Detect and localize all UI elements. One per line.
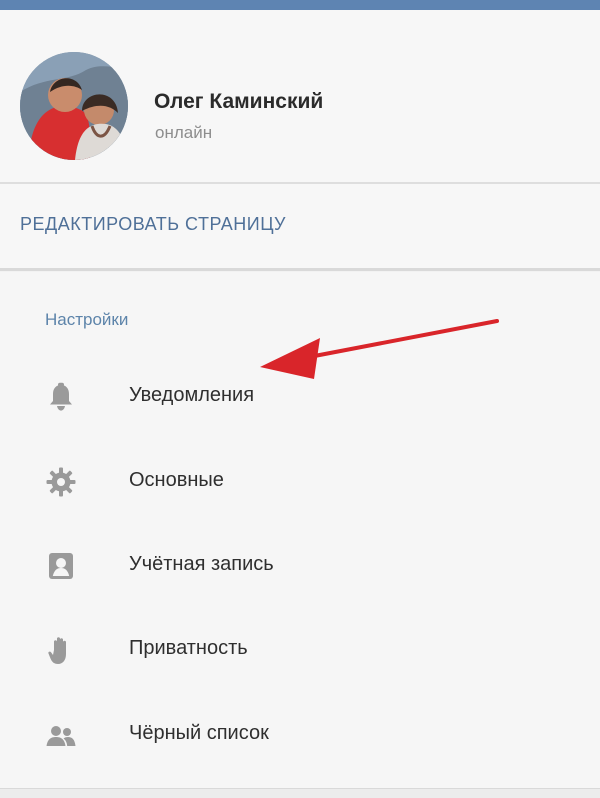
avatar-photo: [20, 52, 128, 160]
settings-item-label: Учётная запись: [129, 553, 274, 575]
settings-screen: Олег Каминский онлайн РЕДАКТИРОВАТЬ СТРА…: [0, 0, 600, 798]
settings-item-label: Основные: [129, 469, 224, 491]
top-app-bar: [0, 0, 600, 10]
people-icon: [44, 718, 78, 752]
bottom-divider: [0, 788, 600, 798]
profile-card[interactable]: Олег Каминский онлайн: [0, 10, 600, 184]
settings-panel: Настройки Уведомления Основные Учётная з…: [0, 272, 600, 798]
settings-item-privacy[interactable]: Приватность: [0, 607, 600, 691]
edit-page-button[interactable]: РЕДАКТИРОВАТЬ СТРАНИЦУ: [20, 214, 286, 235]
settings-item-label: Уведомления: [129, 384, 255, 406]
settings-item-blacklist[interactable]: Чёрный список: [0, 692, 600, 776]
edit-page-section: РЕДАКТИРОВАТЬ СТРАНИЦУ: [0, 184, 600, 271]
settings-item-label: Приватность: [129, 637, 248, 659]
settings-item-notifications[interactable]: Уведомления: [0, 354, 600, 438]
settings-item-general[interactable]: Основные: [0, 439, 600, 523]
settings-item-account[interactable]: Учётная запись: [0, 523, 600, 607]
settings-item-label: Чёрный список: [129, 722, 269, 744]
avatar[interactable]: [20, 52, 128, 160]
bell-icon: [44, 380, 78, 414]
account-icon: [44, 549, 78, 583]
hand-icon: [44, 633, 78, 667]
settings-header: Настройки: [45, 310, 129, 329]
online-status: онлайн: [155, 123, 213, 142]
profile-name: Олег Каминский: [154, 90, 324, 113]
gear-icon: [44, 465, 78, 499]
